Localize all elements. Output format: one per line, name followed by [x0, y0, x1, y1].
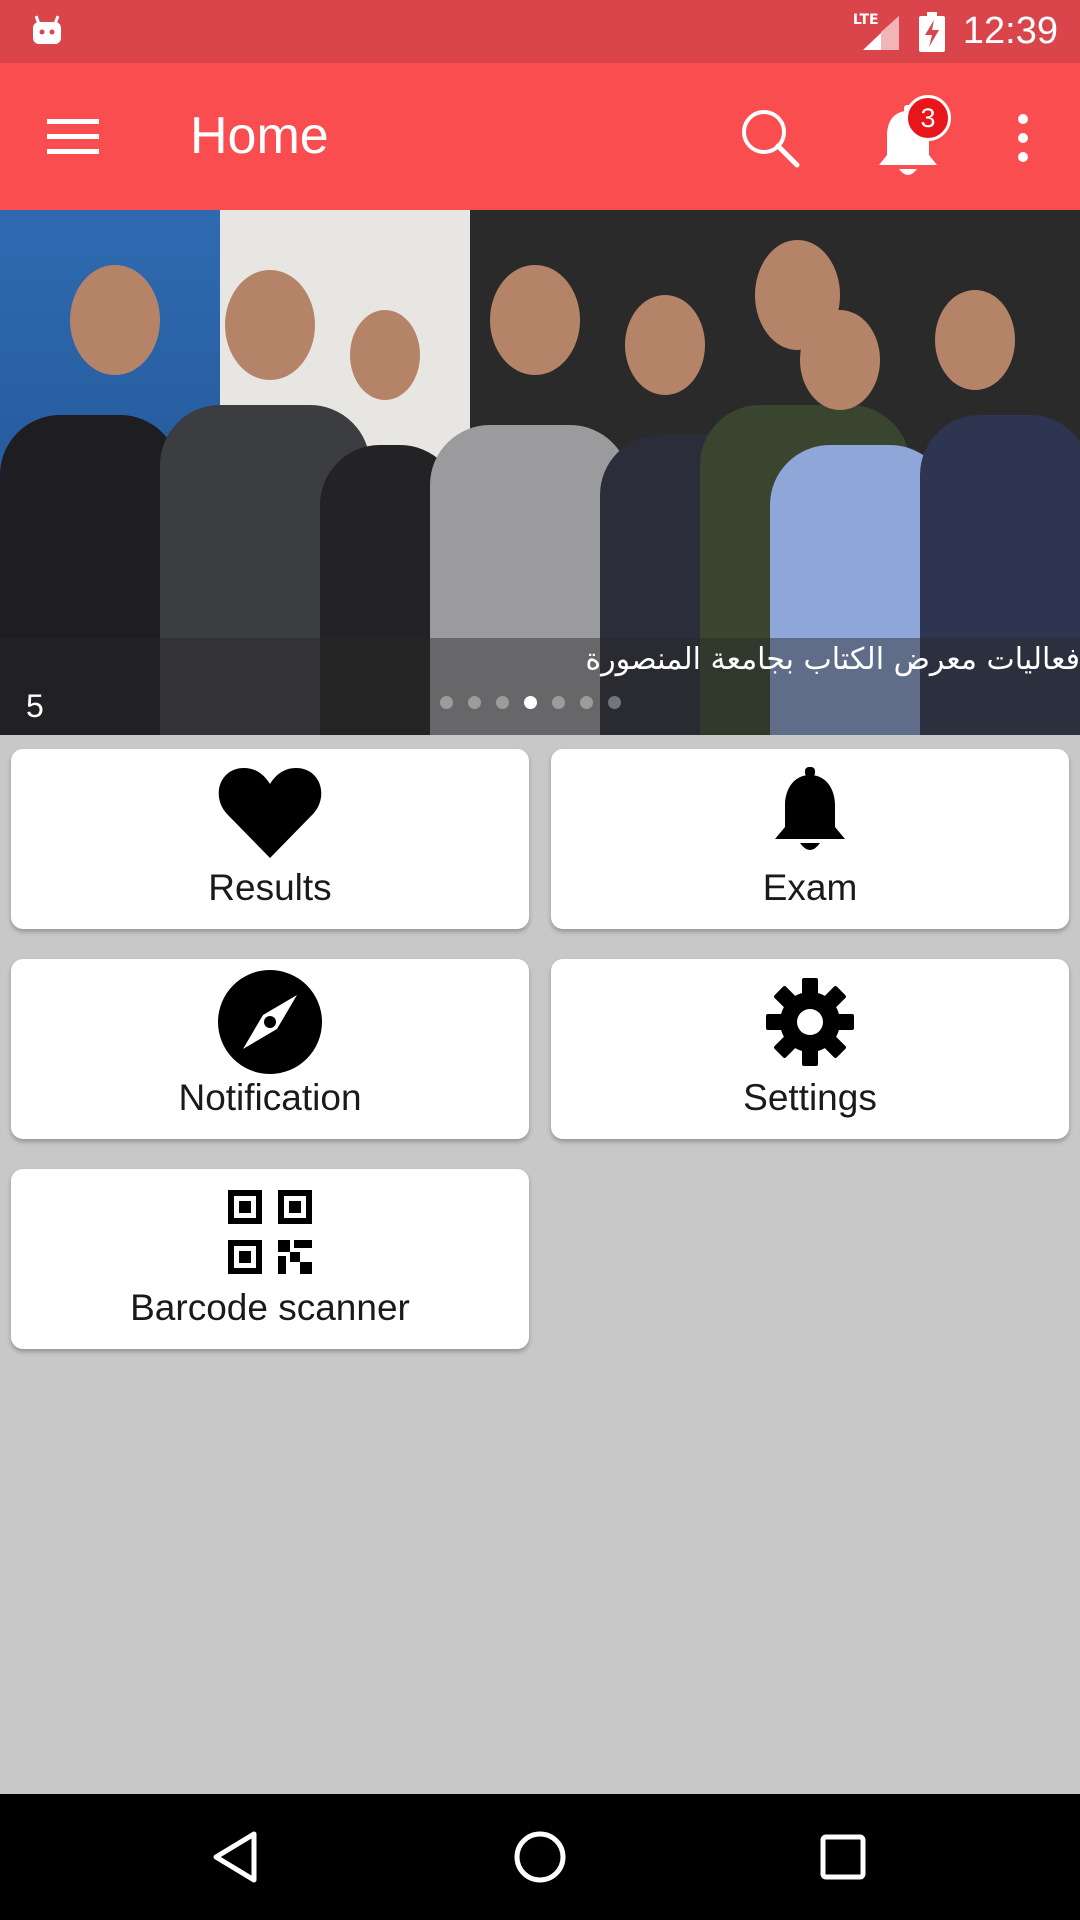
slide-count: 5 [26, 688, 44, 724]
compass-icon [215, 967, 325, 1077]
exam-card[interactable]: Exam [551, 749, 1069, 929]
slide-indicator-dot[interactable] [496, 696, 509, 709]
slide-caption: فعاليات معرض الكتاب بجامعة المنصورة [585, 642, 1080, 677]
slide-indicator-dot[interactable] [440, 696, 453, 709]
qr-code-icon [215, 1177, 325, 1287]
system-nav-bar [0, 1794, 1080, 1920]
slide-indicator-dot[interactable] [468, 696, 481, 709]
settings-label: Settings [743, 1077, 877, 1118]
slide-indicator-dot[interactable] [524, 696, 537, 709]
notification-card[interactable]: Notification [11, 959, 529, 1139]
bell-icon [755, 757, 865, 867]
back-icon [213, 1831, 257, 1883]
back-button[interactable] [200, 1822, 270, 1892]
notification-label: Notification [178, 1077, 362, 1118]
menu-button[interactable] [30, 101, 115, 171]
lte-signal-icon: LTE [853, 12, 901, 52]
home-button[interactable] [505, 1822, 575, 1892]
recents-icon [820, 1834, 866, 1880]
results-card[interactable]: Results [11, 749, 529, 929]
notifications-button[interactable]: 3 [865, 93, 955, 183]
page-title: Home [190, 107, 329, 165]
gear-icon [755, 967, 865, 1077]
battery-charging-icon [918, 11, 945, 52]
slide-indicator-dot[interactable] [608, 696, 621, 709]
heart-icon [215, 757, 325, 867]
exam-label: Exam [762, 867, 858, 908]
app-bar: Home 3 [0, 63, 1080, 210]
notification-count-badge: 3 [905, 95, 951, 141]
slide-indicator-dot[interactable] [580, 696, 593, 709]
status-bar: LTE 12:39 [0, 0, 1080, 63]
barcode-scanner-card[interactable]: Barcode scanner [11, 1169, 529, 1349]
results-label: Results [208, 867, 332, 908]
settings-card[interactable]: Settings [551, 959, 1069, 1139]
overflow-menu-button[interactable] [1000, 98, 1045, 178]
menu-icon [46, 119, 99, 154]
slide-indicators [440, 696, 621, 709]
image-slider[interactable]: فعاليات معرض الكتاب بجامعة المنصورة 5 [0, 210, 1080, 735]
overflow-icon [1017, 114, 1028, 124]
barcode-scanner-label: Barcode scanner [130, 1287, 410, 1328]
search-icon [742, 110, 800, 168]
recents-button[interactable] [808, 1822, 878, 1892]
android-icon [33, 15, 61, 44]
search-button[interactable] [730, 98, 810, 178]
home-icon [514, 1831, 566, 1883]
slide-indicator-dot[interactable] [552, 696, 565, 709]
status-time: 12:39 [962, 10, 1058, 52]
